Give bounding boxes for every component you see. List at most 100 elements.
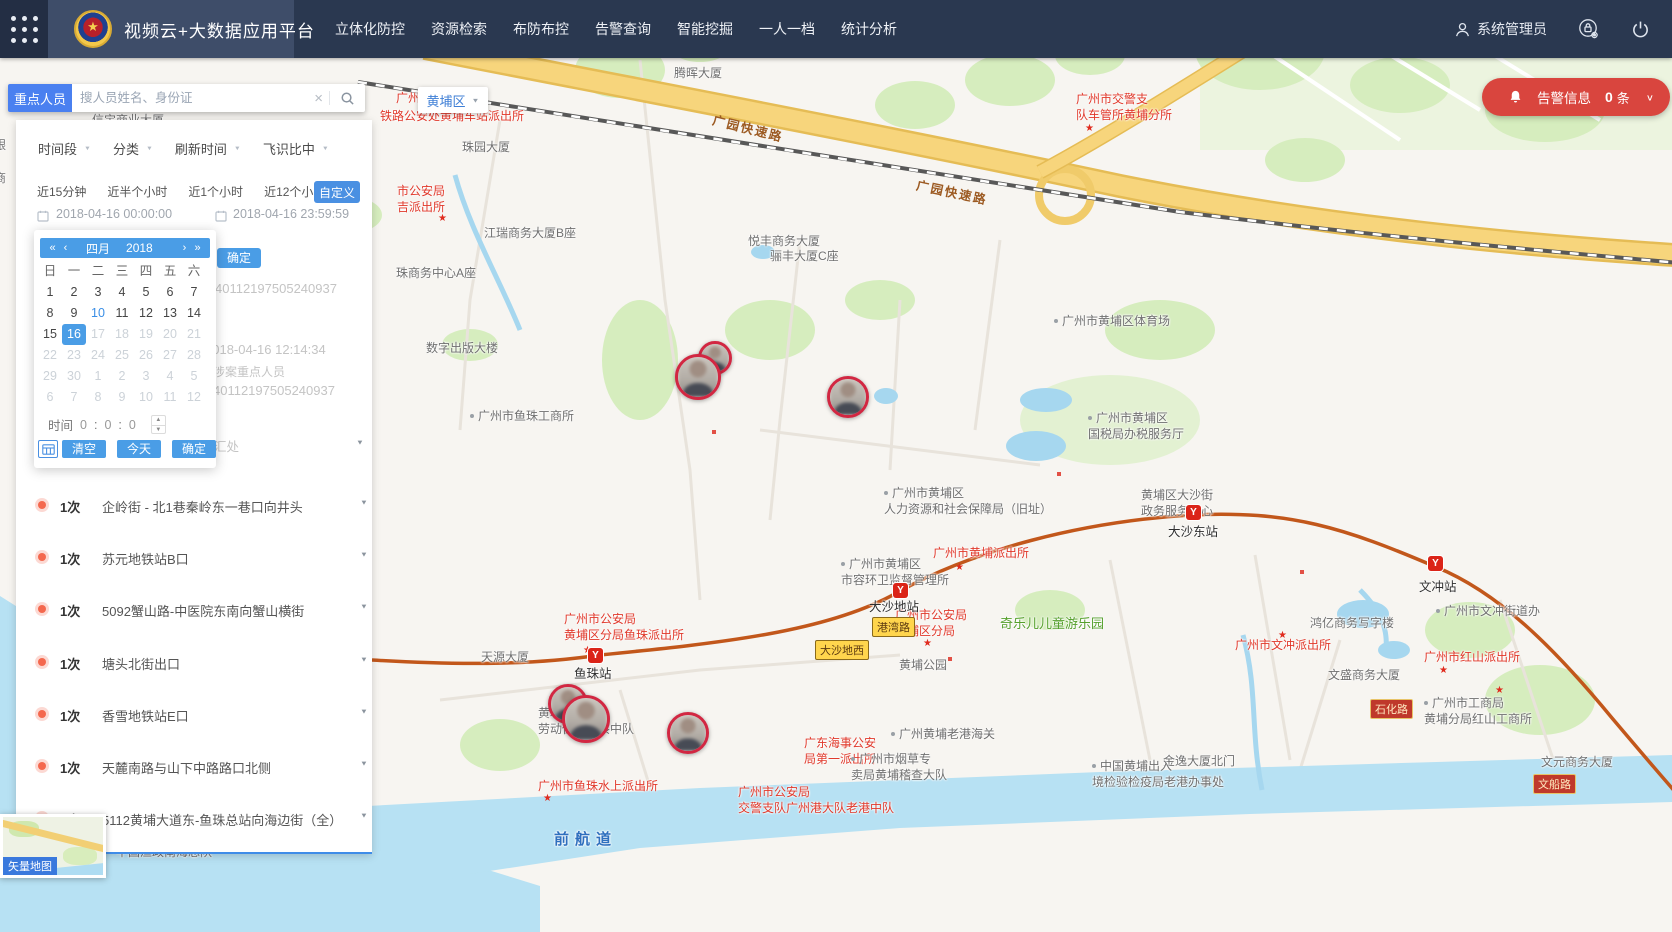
calendar-day[interactable]: 3 bbox=[86, 282, 110, 303]
nav-item[interactable]: 一人一档 bbox=[746, 0, 828, 58]
calendar-day[interactable]: 18 bbox=[110, 324, 134, 345]
chevron-down-icon[interactable]: ▼ bbox=[356, 439, 364, 447]
person-capture-marker[interactable] bbox=[675, 354, 721, 400]
calendar-day[interactable]: 4 bbox=[110, 282, 134, 303]
calendar-day[interactable]: 17 bbox=[86, 324, 110, 345]
person-capture-marker[interactable] bbox=[562, 695, 610, 743]
next-month-button[interactable]: › bbox=[178, 242, 191, 254]
calendar-day[interactable]: 7 bbox=[182, 282, 206, 303]
calendar-day[interactable]: 4 bbox=[158, 366, 182, 387]
calendar-day[interactable]: 2 bbox=[110, 366, 134, 387]
quick-range-button[interactable]: 近半个小时 bbox=[107, 183, 167, 200]
chevron-down-icon[interactable]: ▼ bbox=[360, 812, 368, 820]
prev-year-button[interactable]: « bbox=[46, 242, 59, 254]
app-grid-icon[interactable] bbox=[0, 0, 48, 58]
calendar-day[interactable]: 14 bbox=[182, 303, 206, 324]
hour-value[interactable]: 0 bbox=[80, 418, 87, 432]
calendar-year[interactable]: 2018 bbox=[126, 241, 153, 255]
chevron-down-icon[interactable]: ∨ bbox=[1646, 92, 1654, 102]
second-value[interactable]: 0 bbox=[129, 418, 136, 432]
time-stepper[interactable]: ▲▼ bbox=[151, 415, 166, 434]
result-row[interactable]: 1次天麓南路与山下中路路口北侧▼ bbox=[16, 756, 372, 776]
clear-icon[interactable]: × bbox=[308, 90, 329, 107]
chevron-down-icon[interactable]: ▼ bbox=[360, 760, 368, 768]
calendar-day[interactable]: 6 bbox=[38, 387, 62, 408]
chevron-down-icon[interactable]: ▼ bbox=[360, 603, 368, 611]
calendar-day[interactable]: 8 bbox=[86, 387, 110, 408]
calendar-day[interactable]: 13 bbox=[158, 303, 182, 324]
filter-dropdown[interactable]: 时间段▼ bbox=[38, 139, 91, 158]
calendar-day[interactable]: 25 bbox=[110, 345, 134, 366]
calendar-day[interactable]: 15 bbox=[38, 324, 62, 345]
calendar-day[interactable]: 20 bbox=[158, 324, 182, 345]
calendar-day[interactable]: 6 bbox=[158, 282, 182, 303]
end-datetime-input[interactable]: 2018-04-16 23:59:59 bbox=[233, 207, 349, 221]
calendar-day[interactable]: 9 bbox=[62, 303, 86, 324]
calendar-day[interactable]: 21 bbox=[182, 324, 206, 345]
calendar-day[interactable]: 9 bbox=[110, 387, 134, 408]
calendar-day[interactable]: 22 bbox=[38, 345, 62, 366]
nav-item[interactable]: 布防布控 bbox=[500, 0, 582, 58]
calendar-confirm-button[interactable]: 确定 bbox=[217, 248, 261, 268]
calendar-mode-button[interactable] bbox=[38, 440, 58, 458]
power-icon[interactable] bbox=[1631, 20, 1650, 39]
nav-item[interactable]: 智能挖掘 bbox=[664, 0, 746, 58]
calendar-day[interactable]: 19 bbox=[134, 324, 158, 345]
calendar-day[interactable]: 24 bbox=[86, 345, 110, 366]
calendar-day[interactable]: 16 bbox=[62, 324, 86, 345]
next-year-button[interactable]: » bbox=[191, 242, 204, 254]
calendar-day[interactable]: 1 bbox=[86, 366, 110, 387]
quick-range-button[interactable]: 近1个小时 bbox=[188, 183, 243, 200]
calendar-day[interactable]: 30 bbox=[62, 366, 86, 387]
search-input[interactable] bbox=[72, 91, 308, 105]
lock-settings-icon[interactable] bbox=[1577, 17, 1601, 41]
chevron-down-icon[interactable]: ▼ bbox=[360, 656, 368, 664]
calendar-day[interactable]: 12 bbox=[182, 387, 206, 408]
result-row[interactable]: 1次香雪地铁站E口▼ bbox=[16, 704, 372, 724]
filter-dropdown[interactable]: 刷新时间▼ bbox=[175, 139, 241, 158]
calendar-day[interactable]: 29 bbox=[38, 366, 62, 387]
calendar-day[interactable]: 12 bbox=[134, 303, 158, 324]
minute-value[interactable]: 0 bbox=[104, 418, 111, 432]
quick-range-button[interactable]: 近15分钟 bbox=[37, 183, 86, 200]
user-icon[interactable] bbox=[1454, 21, 1471, 38]
step-up-icon[interactable]: ▲ bbox=[152, 416, 165, 426]
metro-station-icon[interactable]: Y bbox=[588, 648, 603, 663]
chevron-down-icon[interactable]: ▼ bbox=[360, 551, 368, 559]
calendar-day[interactable]: 27 bbox=[158, 345, 182, 366]
result-row[interactable]: 1次企岭街 - 北1巷秦岭东一巷口向井头▼ bbox=[16, 495, 372, 515]
result-row[interactable]: 1次塘头北街出口▼ bbox=[16, 652, 372, 672]
nav-item[interactable]: 资源检索 bbox=[418, 0, 500, 58]
calendar-day[interactable]: 28 bbox=[182, 345, 206, 366]
calendar-day[interactable]: 5 bbox=[134, 282, 158, 303]
filter-dropdown[interactable]: 分类▼ bbox=[113, 139, 153, 158]
calendar-action-button[interactable]: 今天 bbox=[117, 440, 161, 458]
step-down-icon[interactable]: ▼ bbox=[152, 426, 165, 435]
start-datetime-input[interactable]: 2018-04-16 00:00:00 bbox=[56, 207, 172, 221]
calendar-month[interactable]: 四月 bbox=[86, 240, 110, 257]
key-person-tag-button[interactable]: 重点人员 bbox=[8, 84, 72, 112]
filter-dropdown[interactable]: 飞识比中▼ bbox=[263, 139, 329, 158]
nav-item[interactable]: 立体化防控 bbox=[322, 0, 418, 58]
metro-station-icon[interactable]: Y bbox=[1428, 556, 1443, 571]
nav-item[interactable]: 统计分析 bbox=[828, 0, 910, 58]
calendar-day[interactable]: 23 bbox=[62, 345, 86, 366]
person-capture-marker[interactable] bbox=[667, 712, 709, 754]
calendar-day[interactable]: 10 bbox=[86, 303, 110, 324]
calendar-day[interactable]: 26 bbox=[134, 345, 158, 366]
person-capture-marker[interactable] bbox=[827, 376, 869, 418]
calendar-day[interactable]: 11 bbox=[158, 387, 182, 408]
calendar-day[interactable]: 3 bbox=[134, 366, 158, 387]
calendar-action-button[interactable]: 确定 bbox=[172, 440, 216, 458]
calendar-action-button[interactable]: 清空 bbox=[62, 440, 106, 458]
calendar-day[interactable]: 11 bbox=[110, 303, 134, 324]
minimap[interactable]: 矢量地图 bbox=[0, 814, 106, 878]
alert-info-button[interactable]: 告警信息 0 条 ∨ bbox=[1482, 78, 1670, 116]
result-row[interactable]: 1次5092蟹山路-中医院东南向蟹山横街▼ bbox=[16, 599, 372, 619]
metro-station-icon[interactable]: Y bbox=[893, 583, 908, 598]
chevron-down-icon[interactable]: ▼ bbox=[360, 708, 368, 716]
district-select[interactable]: 黄埔区 ▼ bbox=[418, 87, 488, 113]
calendar-day[interactable]: 2 bbox=[62, 282, 86, 303]
result-row[interactable]: 1次苏元地铁站B口▼ bbox=[16, 547, 372, 567]
custom-time-button[interactable]: 自定义 bbox=[314, 181, 360, 203]
